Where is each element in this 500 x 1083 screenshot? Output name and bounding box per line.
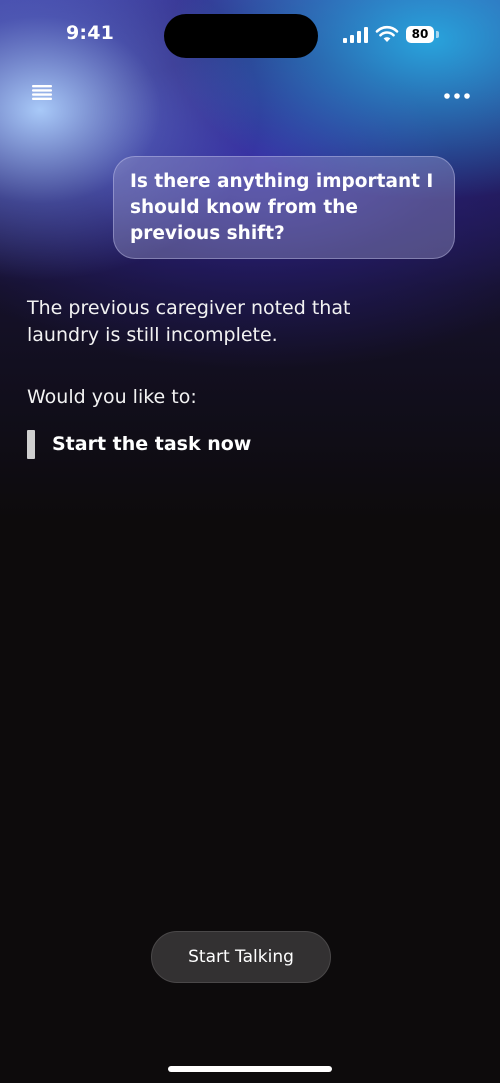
user-message-bubble: Is there anything important I should kno… — [113, 156, 455, 259]
more-horizontal-icon — [444, 93, 470, 99]
assistant-message: The previous caregiver noted that laundr… — [27, 297, 351, 346]
battery-level: 80 — [411, 27, 429, 41]
app-screen: 9:41 80 Is there anything important I sh… — [0, 0, 500, 1083]
option-indicator-bar — [27, 430, 35, 459]
dynamic-island — [164, 14, 318, 58]
more-options-button[interactable] — [441, 85, 473, 107]
wifi-icon — [375, 25, 399, 42]
status-time: 9:41 — [66, 22, 115, 44]
assistant-question: Would you like to: — [27, 386, 197, 408]
menu-button[interactable] — [28, 82, 56, 104]
hamburger-menu-icon — [32, 85, 52, 100]
option-label: Start the task now — [52, 433, 252, 455]
status-bar: 9:41 80 — [0, 0, 500, 72]
start-talking-button[interactable]: Start Talking — [151, 931, 331, 983]
cellular-signal-icon — [343, 27, 368, 43]
home-indicator[interactable] — [168, 1066, 332, 1072]
battery-icon: 80 — [406, 26, 434, 43]
battery-cap — [436, 31, 439, 38]
